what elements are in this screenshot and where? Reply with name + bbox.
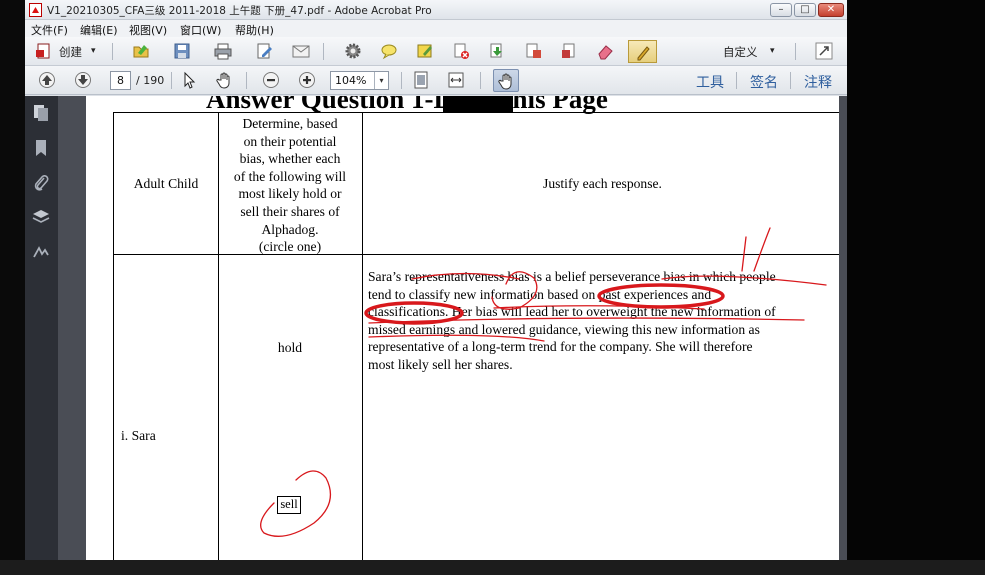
- answer-table: Adult Child Determine, based on their po…: [113, 112, 839, 575]
- delete-pages-icon[interactable]: [451, 42, 470, 60]
- toolbar-separator: [171, 72, 172, 89]
- zoom-level-value: 104%: [335, 74, 367, 87]
- next-page-icon[interactable]: [73, 71, 92, 89]
- menu-help[interactable]: 帮助(H): [235, 22, 274, 38]
- toolbar-separator: [323, 43, 324, 60]
- email-icon[interactable]: [291, 42, 310, 60]
- toolbar-separator: [112, 43, 113, 60]
- eraser-icon[interactable]: [595, 42, 614, 60]
- expand-icon[interactable]: [814, 42, 833, 60]
- page-total-label: / 190: [136, 74, 165, 87]
- main-toolbar: 创建 ▾ 自定义 ▾: [25, 37, 847, 66]
- tools-panel-link[interactable]: 工具: [696, 72, 724, 92]
- ink-underline-representativeness: [411, 272, 520, 280]
- toolbar-separator: [795, 43, 796, 60]
- menu-bar: 文件(F) 编辑(E) 视图(V) 窗口(W) 帮助(H): [25, 20, 847, 37]
- menu-window[interactable]: 窗口(W): [180, 22, 221, 38]
- open-folder-icon[interactable]: [131, 42, 150, 60]
- toolbar-separator: [736, 72, 737, 89]
- signatures-icon[interactable]: [32, 243, 50, 261]
- pan-tool-button[interactable]: [493, 69, 519, 92]
- menu-view[interactable]: 视图(V): [129, 22, 167, 38]
- ink-underline-missed-earnings: [368, 334, 545, 342]
- page-thumbnails-icon[interactable]: [32, 104, 50, 122]
- fit-page-icon[interactable]: [411, 71, 430, 89]
- comment-panel-link[interactable]: 注释: [804, 72, 832, 92]
- hand-tool-icon[interactable]: [215, 71, 234, 89]
- layers-icon[interactable]: [32, 208, 50, 226]
- extract-pages-icon[interactable]: [487, 42, 506, 60]
- heading-redaction-block: [443, 96, 513, 112]
- create-dropdown-arrow[interactable]: ▾: [91, 46, 96, 56]
- create-pdf-icon[interactable]: [34, 42, 53, 60]
- select-cursor-icon[interactable]: [180, 71, 199, 89]
- attach-file-icon[interactable]: [559, 42, 578, 60]
- acrobat-app-icon: [29, 3, 42, 17]
- ink-loop: [491, 271, 538, 310]
- navigation-toolbar: 8 / 190 104% ▾ 工具 签名 注释: [25, 66, 847, 95]
- zoom-level-select[interactable]: 104% ▾: [330, 71, 389, 90]
- right-desktop-margin: [847, 0, 985, 575]
- edit-document-icon[interactable]: [254, 42, 273, 60]
- toolbar-separator: [790, 72, 791, 89]
- zoom-in-icon[interactable]: [297, 71, 316, 89]
- menu-file[interactable]: 文件(F): [31, 22, 68, 38]
- save-icon[interactable]: [172, 42, 191, 60]
- fit-width-icon[interactable]: [446, 71, 465, 89]
- minimize-button[interactable]: –: [770, 3, 792, 17]
- ink-circle-past-experiences: [597, 283, 725, 309]
- title-bar: V1_20210305_CFA三级 2011-2018 上午题 下册_47.pd…: [25, 0, 847, 20]
- create-button[interactable]: 创建: [59, 44, 82, 60]
- settings-gear-icon[interactable]: [343, 42, 362, 60]
- bookmarks-icon[interactable]: [32, 139, 50, 157]
- replace-pages-icon[interactable]: [523, 42, 542, 60]
- toolbar-separator: [246, 72, 247, 89]
- toolbar-separator: [401, 72, 402, 89]
- ink-circle-sell: [260, 470, 332, 537]
- sticky-note-icon[interactable]: [415, 42, 434, 60]
- pdf-page: Answer Question 1-D on This Page Adult C…: [86, 96, 839, 575]
- customize-dropdown-arrow[interactable]: ▾: [770, 46, 775, 56]
- sign-panel-link[interactable]: 签名: [750, 72, 778, 92]
- navigation-pane: [25, 96, 58, 575]
- bottom-desktop-strip: [0, 560, 985, 575]
- ink-marks-top-right: [741, 227, 771, 272]
- ink-annotations: [260, 227, 827, 537]
- toolbar-separator: [480, 72, 481, 89]
- menu-edit[interactable]: 编辑(E): [80, 22, 118, 38]
- attachments-paperclip-icon[interactable]: [32, 174, 50, 192]
- comment-bubble-icon[interactable]: [379, 42, 398, 60]
- previous-page-icon[interactable]: [37, 71, 56, 89]
- page-number-input[interactable]: 8: [110, 71, 131, 90]
- maximize-button[interactable]: □: [794, 3, 816, 17]
- ink-underline-people: [661, 275, 827, 286]
- zoom-dropdown-arrow[interactable]: ▾: [374, 72, 388, 89]
- window-title: V1_20210305_CFA三级 2011-2018 上午题 下册_47.pd…: [47, 5, 432, 17]
- close-button[interactable]: ✕: [818, 3, 844, 17]
- left-desktop-margin: [0, 0, 25, 575]
- zoom-out-icon[interactable]: [261, 71, 280, 89]
- acrobat-window: V1_20210305_CFA三级 2011-2018 上午题 下册_47.pd…: [25, 0, 847, 575]
- highlighter-tool-button[interactable]: [628, 40, 657, 63]
- document-viewport[interactable]: Answer Question 1-D on This Page Adult C…: [58, 96, 847, 575]
- print-icon[interactable]: [213, 42, 232, 60]
- customize-button[interactable]: 自定义: [723, 44, 758, 60]
- screen: V1_20210305_CFA三级 2011-2018 上午题 下册_47.pd…: [0, 0, 985, 575]
